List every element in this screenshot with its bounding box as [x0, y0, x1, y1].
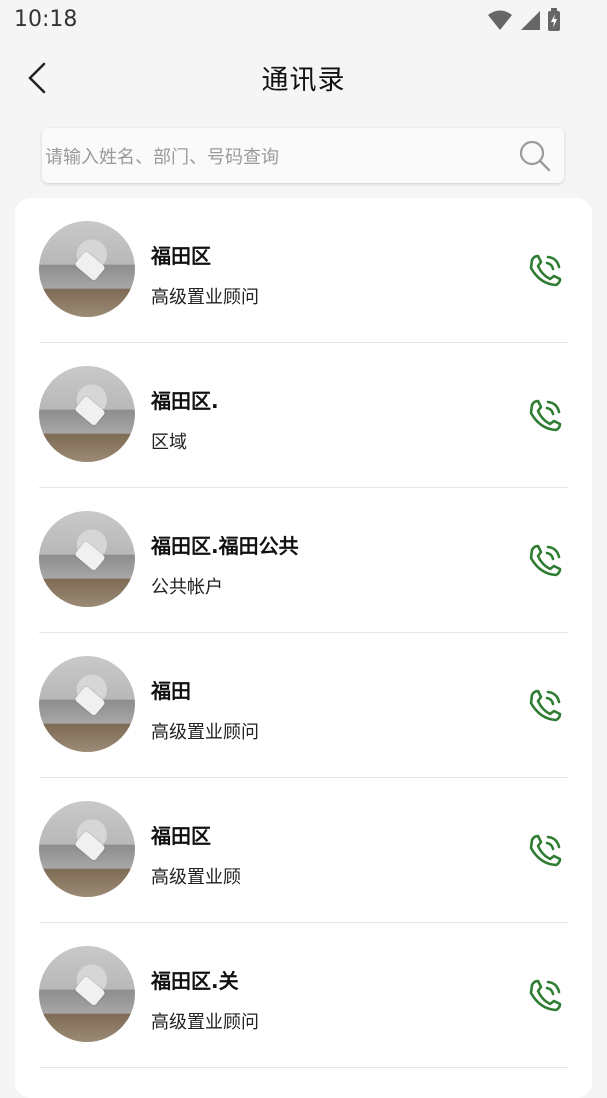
page-title: 通讯录	[261, 65, 346, 96]
battery-icon	[548, 8, 560, 31]
contact-name: 福田区	[151, 244, 211, 268]
search-input[interactable]: 请输入姓名、部门、号码查询	[42, 128, 564, 183]
wifi-icon	[488, 10, 512, 30]
phone-icon[interactable]	[522, 973, 568, 1019]
phone-icon[interactable]	[522, 538, 568, 584]
search-placeholder: 请输入姓名、部门、号码查询	[45, 147, 279, 168]
list-item[interactable]: 福田区.关 高级置业顾问	[15, 923, 592, 1068]
contact-role: 公共帐户	[151, 577, 223, 598]
contact-list: 福田区 高级置业顾问 福田区. 区域 福田区.福田公共 公共帐户 福田 高级置业…	[15, 198, 592, 1098]
contact-role: 高级置业顾问	[151, 1012, 259, 1033]
list-item[interactable]: 福田区 高级置业顾问	[15, 198, 592, 343]
status-icons	[487, 8, 561, 32]
avatar	[39, 656, 135, 752]
contact-name: 福田	[151, 679, 191, 703]
contact-name: 福田区.关	[151, 969, 239, 993]
avatar	[39, 366, 135, 462]
contact-name: 福田区	[151, 824, 211, 848]
contact-role: 高级置业顾问	[151, 722, 259, 743]
contact-role: 区域	[151, 432, 187, 453]
contact-role: 高级置业顾	[151, 867, 241, 888]
divider	[39, 1067, 568, 1068]
status-bar: 10:18	[0, 0, 607, 40]
list-item[interactable]: 福田 高级置业顾问	[15, 633, 592, 778]
search-icon[interactable]	[516, 137, 554, 175]
list-item[interactable]: 福田区.福田公共 公共帐户	[15, 488, 592, 633]
phone-icon[interactable]	[522, 248, 568, 294]
avatar	[39, 221, 135, 317]
phone-icon[interactable]	[522, 828, 568, 874]
avatar	[39, 801, 135, 897]
phone-icon[interactable]	[522, 393, 568, 439]
contact-name: 福田区.	[151, 389, 219, 413]
contact-name: 福田区.福田公共	[151, 534, 299, 558]
phone-icon[interactable]	[522, 683, 568, 729]
header: 通讯录	[0, 44, 607, 114]
list-item[interactable]: 福田区 高级置业顾	[15, 778, 592, 923]
signal-icon	[521, 11, 540, 30]
avatar	[39, 511, 135, 607]
contact-role: 高级置业顾问	[151, 287, 259, 308]
avatar	[39, 946, 135, 1042]
status-time: 10:18	[14, 7, 78, 32]
list-item[interactable]: 福田区. 区域	[15, 343, 592, 488]
